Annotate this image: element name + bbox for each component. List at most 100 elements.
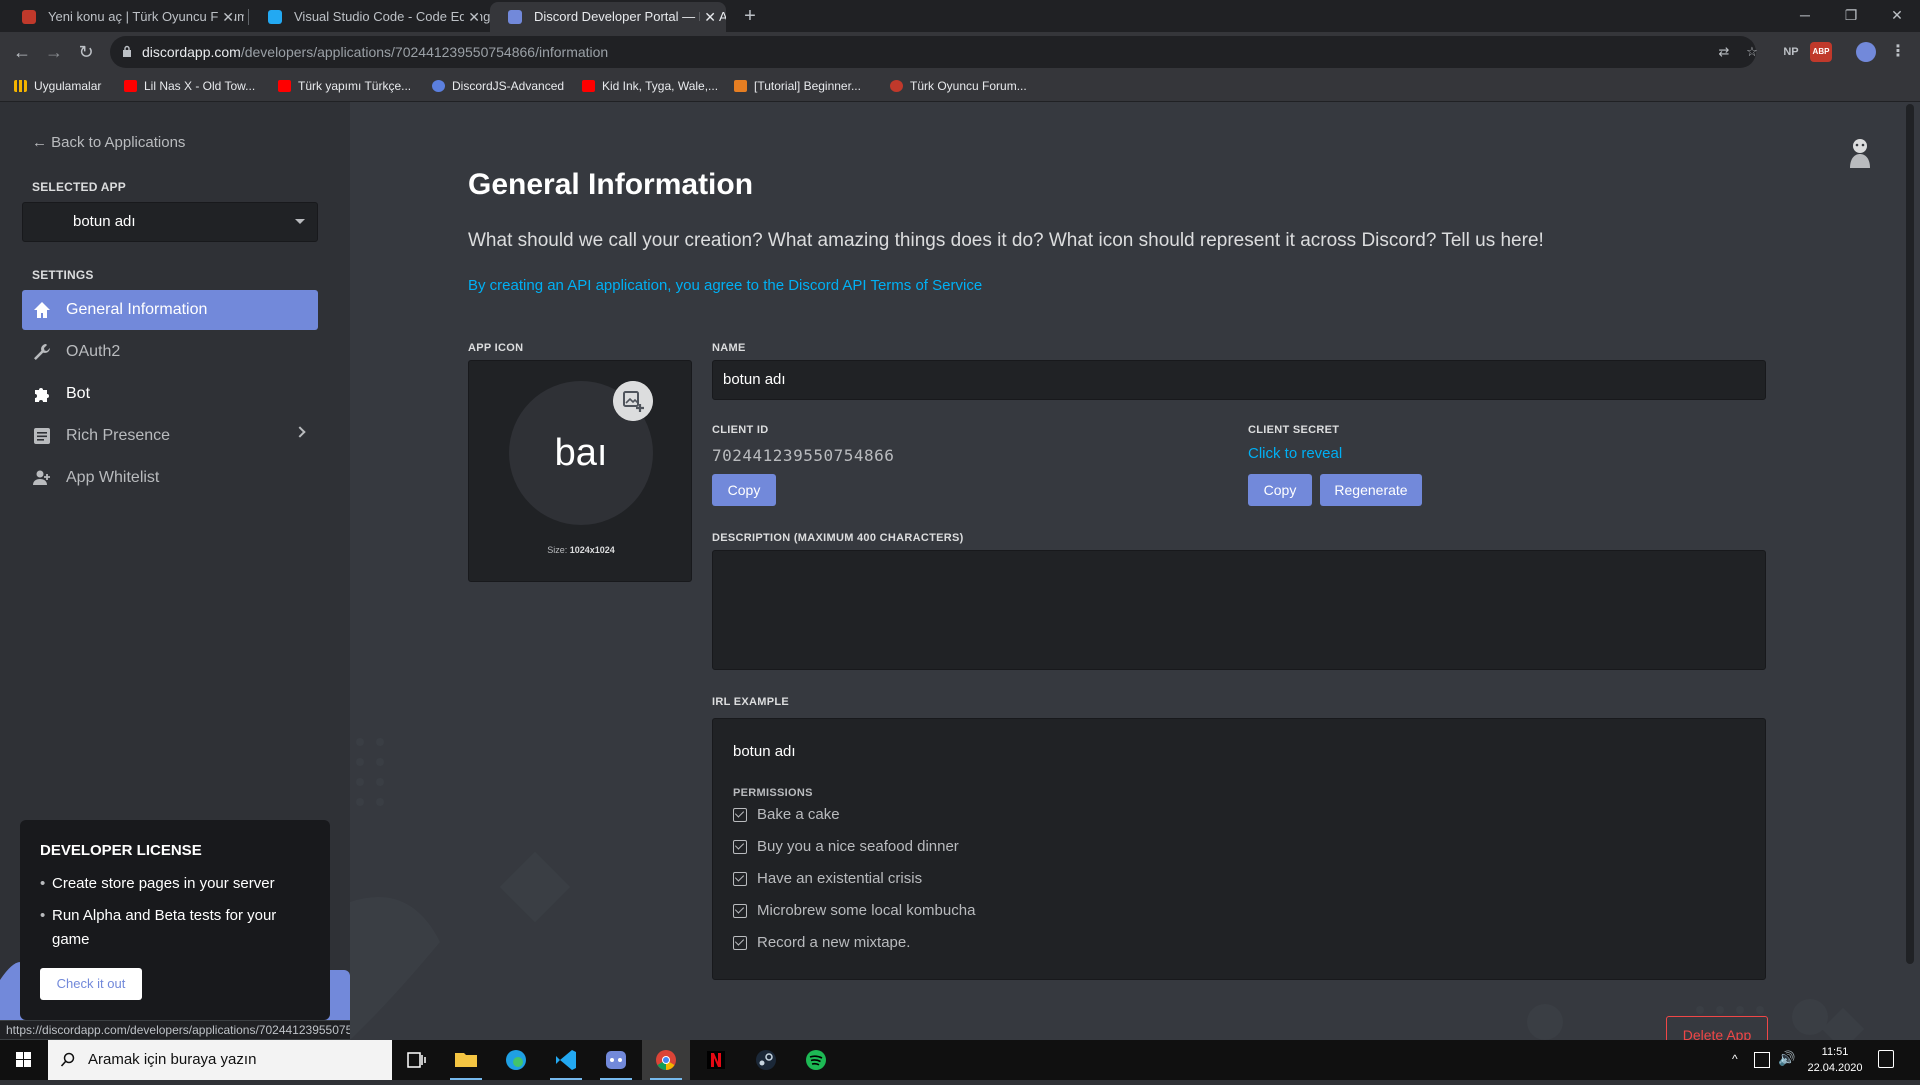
bookmark-item[interactable]: [Tutorial] Beginner... [734,72,861,100]
bookmark-item[interactable]: DiscordJS-Advanced [432,72,564,100]
app-selector-dropdown[interactable]: botun adı [22,202,318,242]
tab-vscode[interactable]: Visual Studio Code - Code Editing ✕ [250,2,490,32]
clock-date: 22.04.2020 [1807,1062,1863,1074]
bookmark-apps[interactable]: Uygulamalar [14,72,101,100]
delete-app-button[interactable]: Delete App [1666,1016,1768,1040]
translate-icon[interactable]: ⇄ [1716,44,1732,60]
permission-item: Buy you a nice seafood dinner [733,837,959,857]
spotify-icon[interactable] [792,1040,840,1080]
bookmark-item[interactable]: Türk yapımı Türkçe... [278,72,411,100]
new-tab-button[interactable]: + [738,4,762,28]
vscode-icon[interactable] [542,1040,590,1080]
reveal-secret-link[interactable]: Click to reveal [1248,445,1342,462]
close-tab-icon[interactable]: ✕ [700,2,716,32]
tab-turk-oyuncu[interactable]: Yeni konu aç | Türk Oyuncu Forum ✕ [4,2,244,32]
copy-client-id-button[interactable]: Copy [712,474,776,506]
permission-label: Bake a cake [757,806,840,823]
close-tab-icon[interactable]: ✕ [218,2,234,32]
license-bullet: Create store pages in your server [40,872,310,896]
bookmark-label: Türk Oyuncu Forum... [910,79,1027,93]
status-bar-url: https://discordapp.com/developers/applic… [0,1020,350,1040]
wrench-icon [34,344,50,360]
tab-title: Yeni konu aç | Türk Oyuncu Forum [48,9,244,24]
file-explorer-icon[interactable] [442,1040,490,1080]
permissions-heading: PERMISSIONS [733,787,813,799]
bookmark-item[interactable]: Kid Ink, Tyga, Wale,... [582,72,718,100]
nav-label: OAuth2 [66,343,121,360]
close-tab-icon[interactable]: ✕ [464,2,480,32]
chrome-icon[interactable] [642,1040,690,1080]
nav-bot[interactable]: Bot [22,374,318,414]
system-clock[interactable]: 11:51 22.04.2020 [1800,1044,1870,1076]
windows-taskbar: Aramak için buraya yazın ^ 🔊 11:51 22.04… [0,1040,1920,1080]
tab-title: Visual Studio Code - Code Editing [294,9,490,24]
page-scrollbar[interactable] [1906,104,1914,964]
close-window-icon[interactable]: ✕ [1874,0,1920,32]
icon-size-value: 1024x1024 [569,545,615,555]
taskbar-search-box[interactable]: Aramak için buraya yazın [48,1040,392,1080]
tab-discord-portal[interactable]: Discord Developer Portal — My Applicatio… [490,2,726,32]
nav-rich-presence[interactable]: Rich Presence [22,416,318,456]
edge-icon[interactable] [492,1040,540,1080]
nav-general-information[interactable]: General Information [22,290,318,330]
windows-start-icon[interactable] [0,1040,48,1080]
description-label: DESCRIPTION (MAXIMUM 400 CHARACTERS) [712,532,964,544]
netflix-icon[interactable] [692,1040,740,1080]
forward-arrow-icon[interactable]: → [42,40,66,64]
network-icon[interactable] [1754,1052,1770,1068]
back-to-applications-link[interactable]: ← Back to Applications [32,134,185,151]
profile-avatar-icon[interactable] [1856,42,1876,62]
check-it-out-button[interactable]: Check it out [40,968,142,1000]
bookmarks-bar: Uygulamalar Lil Nas X - Old Tow... Türk … [0,72,1920,102]
checkbox-checked-icon [733,840,747,854]
task-view-icon[interactable] [392,1040,440,1080]
terms-of-service-link[interactable]: By creating an API application, you agre… [468,277,982,294]
back-arrow-icon[interactable]: ← [10,40,34,64]
restore-icon[interactable]: ❐ [1828,0,1874,32]
regenerate-secret-button[interactable]: Regenerate [1320,474,1422,506]
steam-icon[interactable] [742,1040,790,1080]
sidebar: ← Back to Applications SELECTED APP botu… [0,102,350,1040]
tray-chevron-up-icon[interactable]: ^ [1732,1052,1748,1068]
np-extension-icon[interactable]: NP [1780,42,1802,62]
site-icon [432,80,445,92]
selected-app-heading: SELECTED APP [32,180,126,194]
apps-grid-icon [14,80,27,92]
license-title: DEVELOPER LICENSE [40,842,202,859]
minimize-icon[interactable]: ─ [1782,0,1828,32]
notifications-icon[interactable] [1878,1050,1894,1068]
nav-oauth2[interactable]: OAuth2 [22,332,318,372]
permission-item: Bake a cake [733,805,840,825]
taskbar-search-placeholder: Aramak için buraya yazın [88,1051,257,1068]
youtube-icon [124,80,137,92]
reload-icon[interactable]: ↻ [74,40,98,64]
nav-app-whitelist[interactable]: App Whitelist [22,458,318,498]
adblock-extension-icon[interactable]: ABP [1810,42,1832,62]
home-icon [34,302,50,318]
bookmark-item[interactable]: Türk Oyuncu Forum... [890,72,1027,100]
name-input[interactable]: botun adı [712,360,1766,400]
volume-icon[interactable]: 🔊 [1778,1050,1795,1066]
license-bullets: Create store pages in your server Run Al… [40,872,310,952]
add-image-icon[interactable] [613,381,653,421]
bookmark-star-icon[interactable]: ☆ [1744,44,1760,60]
permission-item: Microbrew some local kombucha [733,901,975,921]
permission-item: Have an existential crisis [733,869,922,889]
bookmark-item[interactable]: Lil Nas X - Old Tow... [124,72,255,100]
app-icon-label: APP ICON [468,342,524,354]
nav-label: General Information [66,301,208,318]
url-host: discordapp.com [142,44,241,60]
address-bar[interactable]: discordapp.com/developers/applications/7… [110,36,1758,68]
tab-title: Discord Developer Portal — My Applicatio… [534,9,726,24]
menu-kebab-icon[interactable]: ⋮ [1890,42,1906,62]
discord-icon[interactable] [592,1040,640,1080]
url-text[interactable]: discordapp.com/developers/applications/7… [142,36,608,68]
chevron-right-icon [294,426,306,438]
icon-size-hint: Size: 1024x1024 [469,545,693,555]
checkbox-checked-icon [733,872,747,886]
puzzle-icon [35,388,49,402]
description-textarea[interactable] [712,550,1766,670]
app-icon-uploader[interactable]: baı Size: 1024x1024 [468,360,692,582]
user-avatar[interactable] [1846,136,1874,170]
copy-client-secret-button[interactable]: Copy [1248,474,1312,506]
